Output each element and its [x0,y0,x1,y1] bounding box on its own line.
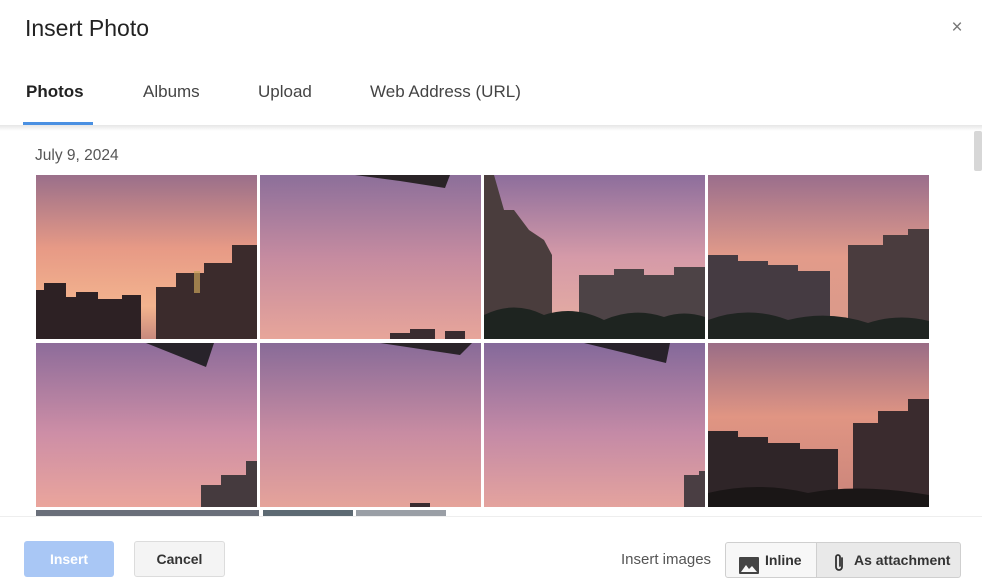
photo-thumbnail[interactable] [484,175,705,339]
sunset-buildings-image [708,343,929,507]
close-icon[interactable]: × [946,17,968,39]
photo-thumbnail[interactable] [708,343,929,507]
dialog-title: Insert Photo [25,15,150,41]
scrollbar[interactable] [974,131,982,171]
sunset-sky-image [36,343,257,507]
dialog-header: Insert Photo × [0,0,982,60]
attachment-option-button[interactable]: As attachment [816,542,961,578]
photo-thumbnail[interactable] [484,343,705,507]
sunset-buildings-image [484,175,705,339]
tab-photos[interactable]: Photos [26,82,84,122]
tab-albums[interactable]: Albums [143,82,200,122]
inline-option-button[interactable]: Inline [725,542,817,578]
tab-bar: Photos Albums Upload Web Address (URL) [0,66,982,126]
paperclip-icon [832,551,846,585]
tab-web-address[interactable]: Web Address (URL) [370,82,521,122]
tab-upload[interactable]: Upload [258,82,312,122]
inline-option-label: Inline [765,552,802,568]
date-group-label: July 9, 2024 [35,147,119,164]
photo-thumbnail[interactable] [36,343,257,507]
cancel-button[interactable]: Cancel [134,541,225,577]
sunset-buildings-image [708,175,929,339]
image-icon [739,552,759,586]
attachment-option-label: As attachment [854,552,951,568]
photo-thumbnail[interactable] [36,175,257,339]
photo-thumbnail[interactable] [260,175,481,339]
photo-gallery[interactable]: July 9, 2024 [0,131,982,516]
dialog-footer: Insert Cancel Insert images Inline As at… [0,516,982,588]
insert-images-label: Insert images [621,551,712,568]
insert-photo-dialog: Insert Photo × Photos Albums Upload Web … [0,0,982,588]
sunset-sky-image [260,343,481,507]
photo-thumbnail[interactable] [260,343,481,507]
sunset-buildings-image [36,175,257,339]
sunset-sky-image [484,343,705,507]
sunset-sky-image [260,175,481,339]
insert-button[interactable]: Insert [24,541,114,577]
photo-thumbnail[interactable] [708,175,929,339]
